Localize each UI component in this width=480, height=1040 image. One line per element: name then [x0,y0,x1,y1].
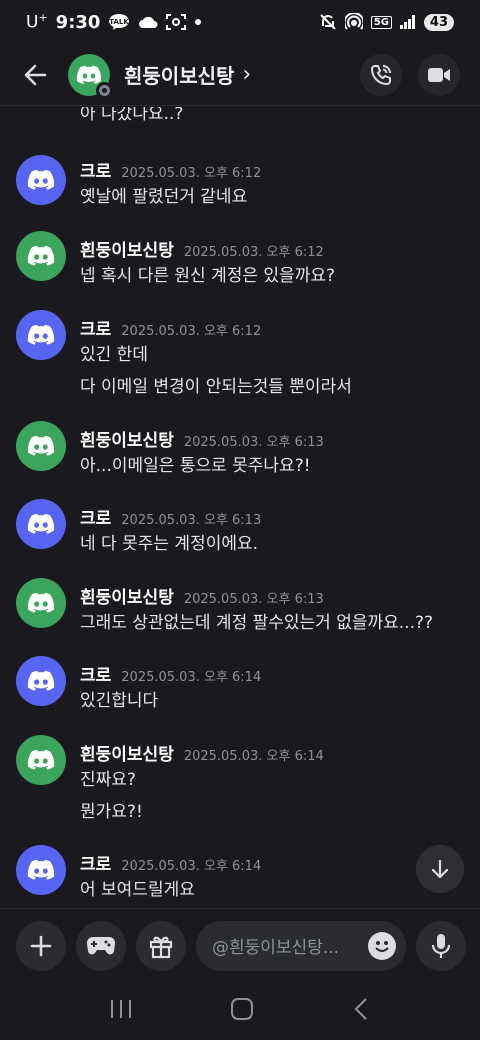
recent-apps-icon [110,1000,131,1018]
message-text: 뭔가요?! [80,802,143,822]
message-timestamp: 2025.05.03. 오후 6:14 [121,859,262,874]
gift-icon [149,936,173,958]
message-author[interactable]: 크로 [80,157,111,182]
video-call-button[interactable] [418,53,460,96]
discord-logo-icon [27,169,55,190]
voice-call-button[interactable] [360,53,402,96]
offline-status-indicator [96,81,113,99]
discord-logo-icon [27,245,55,266]
message-input[interactable]: @흰둥이보신탕... [196,920,406,971]
discord-logo-icon [27,513,55,534]
message-text: 다 이메일 변경이 안되는것들 뿐이라서 [80,377,352,397]
user-avatar[interactable] [16,735,66,785]
message-author[interactable]: 흰둥이보신탕 [80,236,174,261]
talk-notification-icon: TALK [108,14,130,30]
message-timestamp: 2025.05.03. 오후 6:14 [121,670,262,685]
user-avatar[interactable] [16,231,66,281]
chat-header: 흰둥이보신탕 › [0,44,480,106]
back-button[interactable] [14,53,58,97]
svg-text:TALK: TALK [110,18,130,26]
system-navigation-bar [0,982,480,1040]
message-input-placeholder: @흰둥이보신탕... [212,938,340,958]
phone-icon [370,64,391,85]
message-timestamp: 2025.05.03. 오후 6:12 [183,245,324,260]
message-author[interactable]: 흰둥이보신탕 [80,583,174,608]
chevron-left-icon [354,998,368,1020]
discord-logo-icon [27,859,55,880]
discord-logo-icon [27,435,55,456]
discord-logo-icon [76,65,102,84]
system-back-button[interactable] [351,997,371,1025]
discord-logo-icon [27,749,55,770]
message-text: 네 다 못주는 계정이에요. [80,534,259,554]
network-icon: 5G [370,15,392,29]
mute-icon [319,13,337,31]
voice-message-button[interactable] [416,920,466,971]
message-text: 아...이메일은 통으로 못주나요?! [80,456,311,476]
home-icon [230,998,253,1020]
jump-to-latest-button[interactable] [416,845,464,893]
home-button[interactable] [230,997,254,1025]
screenshot-icon [166,13,187,31]
message-timestamp: 2025.05.03. 오후 6:13 [183,592,324,607]
chevron-right-icon: › [242,62,252,87]
channel-name: 흰둥이보신탕 [124,64,235,88]
message-author[interactable]: 크로 [80,315,111,340]
truncated-message-text: 아 나갔나요..? [80,107,184,124]
message-text: 그래도 상관없는데 계정 팔수있는거 없을까요...?? [80,613,434,633]
user-avatar[interactable] [16,310,66,360]
hotspot-icon [344,13,363,31]
user-avatar[interactable] [16,578,66,628]
signal-icon [399,15,416,29]
message-timestamp: 2025.05.03. 오후 6:12 [121,166,262,181]
carrier-label: U+ [26,11,48,33]
dot-icon [194,18,202,26]
discord-logo-icon [27,670,55,691]
discord-logo-icon [27,592,55,613]
user-avatar[interactable] [16,845,66,895]
video-camera-icon [428,67,450,82]
smiley-icon [375,940,389,952]
cloud-icon [138,15,158,29]
message-text: 있긴 한데 [80,345,148,365]
arrow-left-icon [24,64,47,85]
user-avatar[interactable] [16,499,66,549]
user-avatar[interactable] [16,155,66,205]
message-text: 넵 혹시 다른 원신 계정은 있을까요? [80,266,336,286]
battery-level: 43 [423,13,454,31]
message-timestamp: 2025.05.03. 오후 6:13 [183,435,324,450]
user-avatar[interactable] [16,656,66,706]
add-attachment-button[interactable] [16,920,66,971]
gift-button[interactable] [136,920,186,971]
message-author[interactable]: 흰둥이보신탕 [80,740,174,765]
plus-icon [30,935,52,956]
message-list[interactable]: 아 나갔나요..? 크로 2025.05.03. 오후 6:12 옛날에 팔렸던… [0,107,480,907]
discord-logo-icon [27,324,55,345]
message-author[interactable]: 크로 [80,661,111,686]
arrow-down-icon [431,859,449,879]
header-avatar[interactable] [68,53,113,99]
message-timestamp: 2025.05.03. 오후 6:13 [121,513,262,528]
message-timestamp: 2025.05.03. 오후 6:12 [121,324,262,339]
gamepad-icon [86,936,116,954]
microphone-icon [431,933,451,958]
recent-apps-button[interactable] [109,998,133,1024]
message-timestamp: 2025.05.03. 오후 6:14 [183,749,324,764]
message-author[interactable]: 크로 [80,504,111,529]
user-avatar[interactable] [16,421,66,471]
message-text: 있긴합니다 [80,691,159,711]
clock-time: 9:30 [55,11,101,33]
activities-button[interactable] [76,920,126,971]
message-text: 옛날에 팔렸던거 같네요 [80,187,248,207]
emoji-button[interactable] [368,931,396,960]
message-author[interactable]: 크로 [80,850,111,875]
message-composer: @흰둥이보신탕... [0,908,480,982]
channel-title[interactable]: 흰둥이보신탕 › [124,60,251,89]
status-bar: U+ 9:30 TALK 5G 43 [0,0,480,44]
message-text: 진짜요? [80,770,136,790]
message-author[interactable]: 흰둥이보신탕 [80,426,174,451]
message-text: 어 보여드릴게요 [80,880,195,900]
